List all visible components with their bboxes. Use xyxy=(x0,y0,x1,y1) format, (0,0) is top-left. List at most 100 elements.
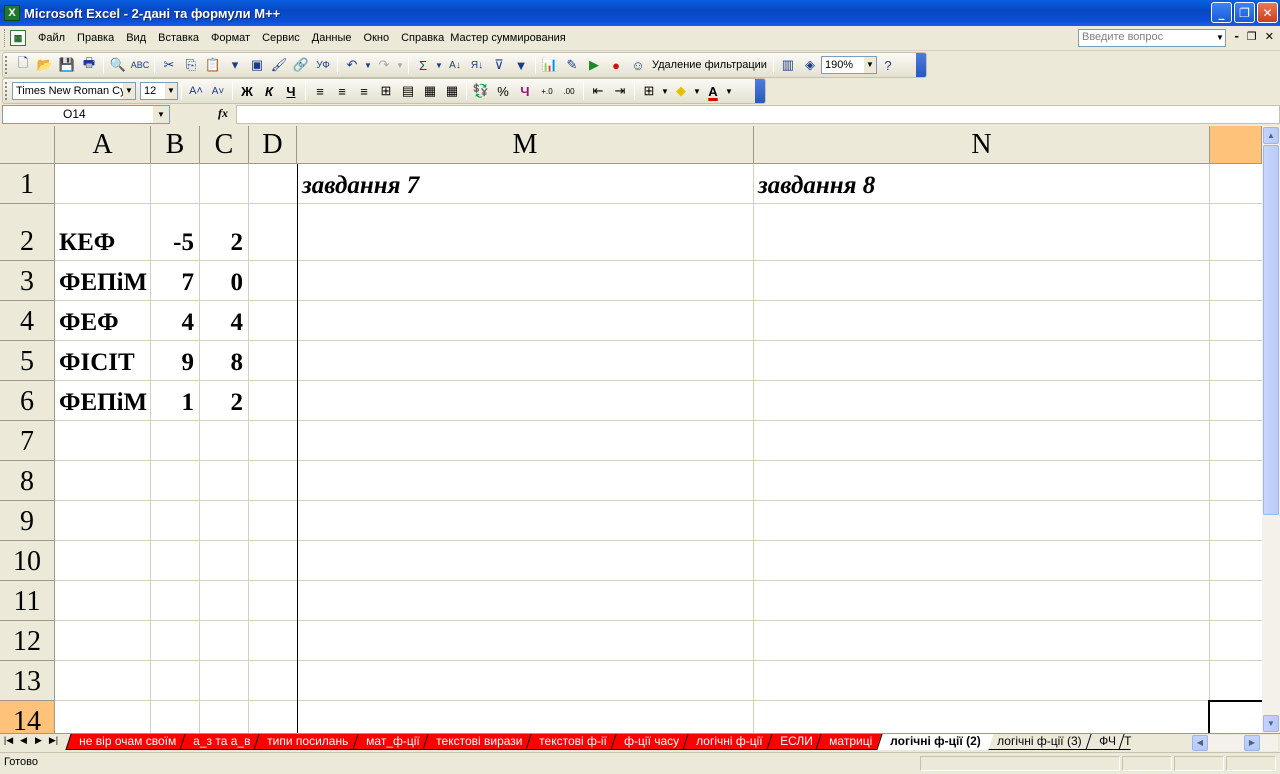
column-header-n[interactable]: N xyxy=(754,126,1210,164)
copy-icon[interactable]: ⎘ xyxy=(180,54,202,76)
zoom-dropdown-icon[interactable]: ▼ xyxy=(863,57,876,73)
row-header-12[interactable]: 12 xyxy=(0,621,55,661)
cell-b3[interactable]: 7 xyxy=(151,261,199,301)
column-header-d[interactable]: D xyxy=(249,126,297,164)
row-header-5[interactable]: 5 xyxy=(0,341,55,381)
decrease-indent-icon[interactable]: ⇤ xyxy=(587,80,609,102)
align-center-icon[interactable]: ≡ xyxy=(331,80,353,102)
fill-color-icon[interactable]: ◆ xyxy=(670,80,692,102)
vertical-scrollbar[interactable]: ▲ ▼ xyxy=(1262,126,1280,733)
excel-app-icon[interactable]: X xyxy=(4,5,20,21)
chart-icon[interactable]: ▥ xyxy=(777,54,799,76)
run-macro-icon[interactable]: ▶ xyxy=(583,54,605,76)
merge-center-icon[interactable]: ⊞ xyxy=(375,80,397,102)
cut-icon[interactable]: ✂ xyxy=(158,54,180,76)
chart-wizard-icon[interactable]: 📊 xyxy=(539,54,561,76)
underline-button[interactable]: Ч xyxy=(280,80,302,102)
sheet-tab[interactable]: текстові ф-ії xyxy=(525,734,620,750)
cell-a6[interactable]: ФЕПіМ xyxy=(55,381,150,421)
autosum-dropdown-icon[interactable]: ▼ xyxy=(434,54,444,76)
undo-dropdown-icon[interactable]: ▼ xyxy=(363,54,373,76)
map-icon[interactable]: ◈ xyxy=(799,54,821,76)
italic-button[interactable]: К xyxy=(258,80,280,102)
borders-grid-icon[interactable]: ▦ xyxy=(419,80,441,102)
print-preview-icon[interactable]: 🔍 xyxy=(107,54,129,76)
sheet-tab[interactable]: мат_ф-ції xyxy=(351,734,432,750)
sort-descending-icon[interactable]: Я↓ xyxy=(466,54,488,76)
help-dropdown-icon[interactable]: ▼ xyxy=(1214,30,1226,46)
sheet-tab[interactable]: логічні ф-ції (3) xyxy=(983,734,1095,750)
menu-data[interactable]: Данные xyxy=(306,32,358,44)
borders-icon[interactable]: ⊞ xyxy=(638,80,660,102)
sheet-tab[interactable]: ф-ції часу xyxy=(610,734,692,750)
cell-n1[interactable]: завдання 8 xyxy=(754,164,1209,204)
align-left-icon[interactable]: ≡ xyxy=(309,80,331,102)
borders-dropdown-icon[interactable]: ▼ xyxy=(660,80,670,102)
decrease-decimal-icon[interactable]: .00 xyxy=(558,80,580,102)
wrap-icon[interactable]: ▤ xyxy=(397,80,419,102)
help-search-input[interactable]: Введите вопрос xyxy=(1078,29,1226,47)
cell-c4[interactable]: 4 xyxy=(200,301,248,341)
percent-icon[interactable]: % xyxy=(492,80,514,102)
row-header-4[interactable]: 4 xyxy=(0,301,55,341)
cyrillic-ch-icon[interactable]: Ч xyxy=(514,80,536,102)
redo-icon[interactable]: ↷ xyxy=(373,54,395,76)
worksheet-grid[interactable]: A B C D M N 1 2 3 4 5 6 7 8 9 10 11 12 1… xyxy=(0,126,1262,733)
cell-c2[interactable]: 2 xyxy=(200,204,248,261)
workbook-minimize-button[interactable]: - xyxy=(1234,30,1239,43)
sheet-tab[interactable]: Т xyxy=(1118,734,1137,750)
row-header-7[interactable]: 7 xyxy=(0,421,55,461)
drawing-icon[interactable]: ✎ xyxy=(561,54,583,76)
cell-a3[interactable]: ФЕПіМ xyxy=(55,261,150,301)
menu-tools[interactable]: Сервис xyxy=(256,32,306,44)
font-size-select[interactable]: 12 ▼ xyxy=(140,82,178,100)
active-cell-o14[interactable] xyxy=(1208,700,1262,733)
row-header-2[interactable]: 2 xyxy=(0,204,55,261)
help-icon[interactable]: ? xyxy=(877,54,899,76)
scroll-left-icon[interactable]: ◀ xyxy=(1192,735,1208,751)
format-painter-icon[interactable]: 🖌 xyxy=(268,54,290,76)
save-icon[interactable]: 💾 xyxy=(56,54,78,76)
insert-function-icon[interactable]: fx xyxy=(218,106,228,121)
restore-button[interactable]: ❐ xyxy=(1234,2,1255,23)
name-box-dropdown-icon[interactable]: ▼ xyxy=(153,106,169,123)
spelling-icon[interactable]: ABC xyxy=(129,54,151,76)
fill-color-dropdown-icon[interactable]: ▼ xyxy=(692,80,702,102)
workbook-close-button[interactable]: ✕ xyxy=(1265,30,1274,43)
column-header-o[interactable] xyxy=(1210,126,1262,164)
bold-button[interactable]: Ж xyxy=(236,80,258,102)
cell-c3[interactable]: 0 xyxy=(200,261,248,301)
increase-decimal-icon[interactable]: +.0 xyxy=(536,80,558,102)
font-size-dropdown-icon[interactable]: ▼ xyxy=(165,83,177,99)
sheet-tab[interactable]: логічні ф-ції xyxy=(682,734,776,750)
vertical-scroll-thumb[interactable] xyxy=(1263,145,1279,515)
decrease-font-icon[interactable]: A˅ xyxy=(207,80,229,102)
sheet-tab[interactable]: а_з та а_в xyxy=(179,734,263,750)
font-name-dropdown-icon[interactable]: ▼ xyxy=(123,83,135,99)
row-header-9[interactable]: 9 xyxy=(0,501,55,541)
close-button[interactable]: ✕ xyxy=(1257,2,1278,23)
row-header-10[interactable]: 10 xyxy=(0,541,55,581)
last-sheet-icon[interactable]: ▶| xyxy=(47,735,60,746)
column-header-a[interactable]: A xyxy=(55,126,151,164)
next-sheet-icon[interactable]: ▶ xyxy=(32,735,45,746)
scroll-down-icon[interactable]: ▼ xyxy=(1263,715,1279,732)
record-macro-icon[interactable]: ● xyxy=(605,54,627,76)
currency-icon[interactable]: 💱 xyxy=(470,80,492,102)
cell-a4[interactable]: ФЕФ xyxy=(55,301,150,341)
cell-b2[interactable]: -5 xyxy=(151,204,199,261)
font-color-icon[interactable]: A xyxy=(702,80,724,102)
increase-font-icon[interactable]: A˄ xyxy=(185,80,207,102)
menu-format[interactable]: Формат xyxy=(205,32,256,44)
autosum-icon[interactable]: Σ xyxy=(412,54,434,76)
minimize-button[interactable]: _ xyxy=(1211,2,1232,23)
workbook-restore-button[interactable]: ❐ xyxy=(1247,30,1257,43)
cell-c5[interactable]: 8 xyxy=(200,341,248,381)
paste-icon[interactable]: 📋 xyxy=(202,54,224,76)
toolbar-grip[interactable] xyxy=(5,82,9,100)
remove-filter-button[interactable]: Удаление фильтрации xyxy=(649,59,770,71)
toolbar-options-icon[interactable] xyxy=(755,79,765,103)
column-header-b[interactable]: B xyxy=(151,126,200,164)
row-header-13[interactable]: 13 xyxy=(0,661,55,701)
menu-help[interactable]: Справка xyxy=(395,32,450,44)
